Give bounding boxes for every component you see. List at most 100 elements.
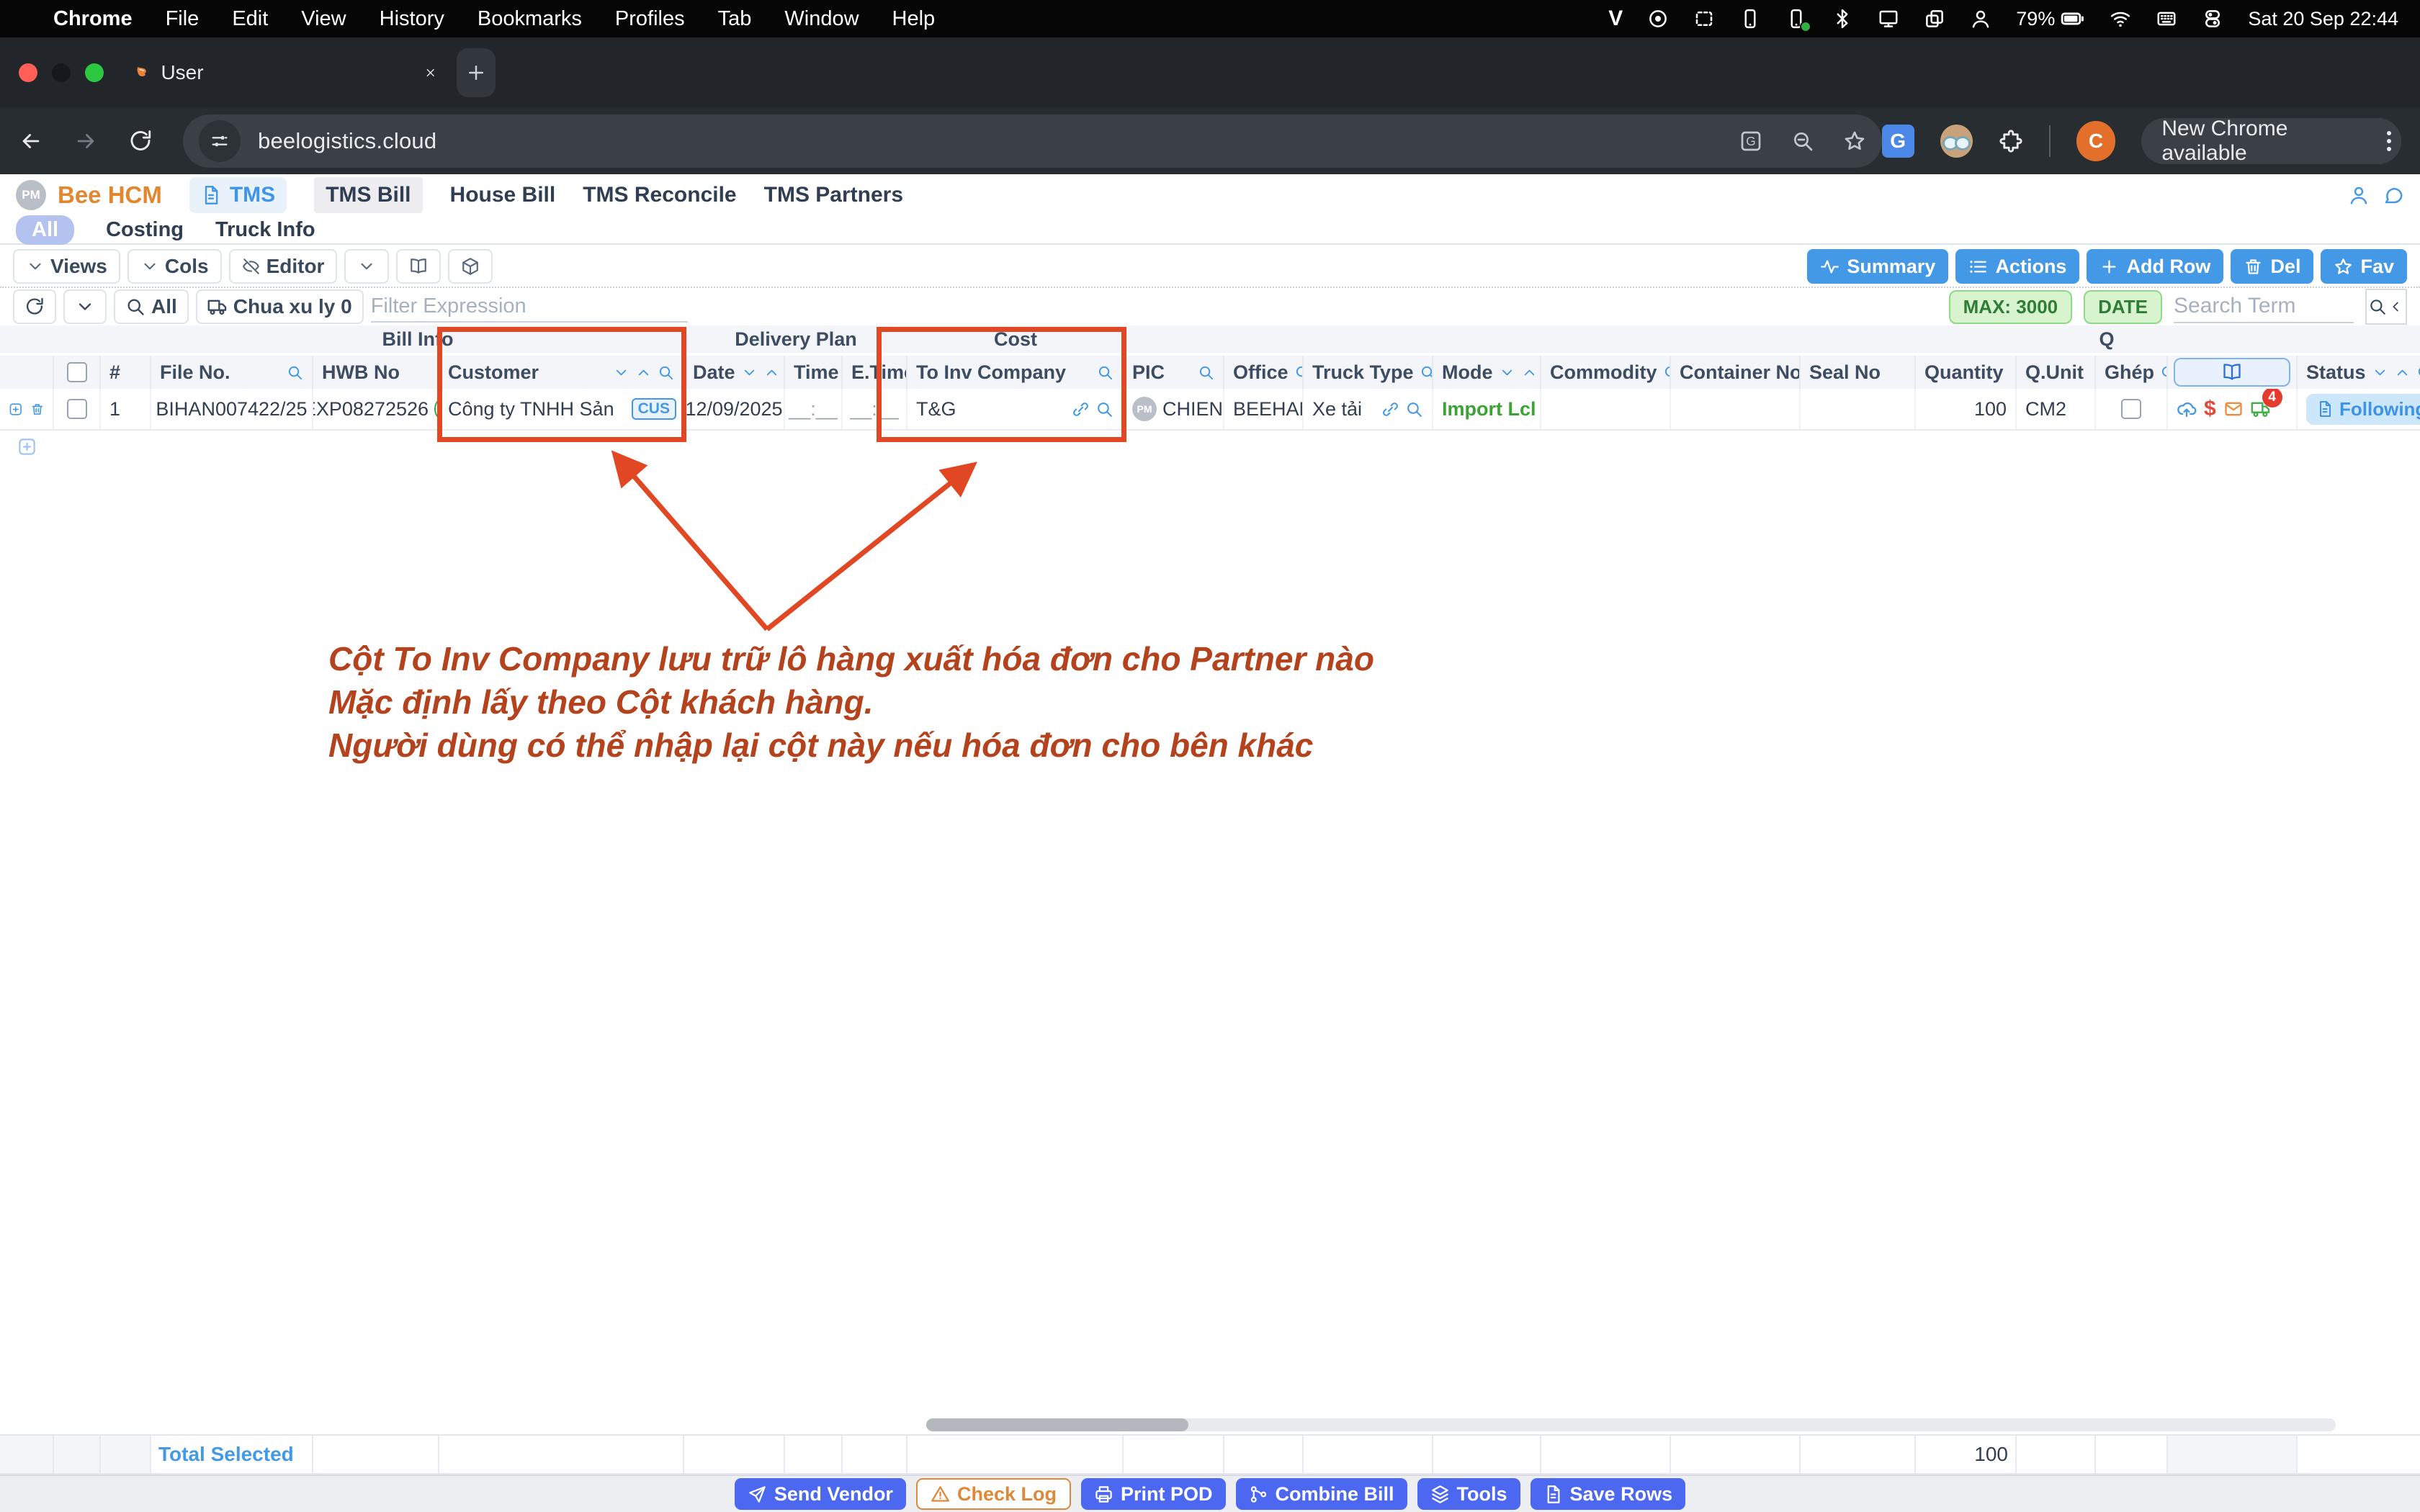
fast-user-switch-icon[interactable] (1970, 8, 1991, 30)
nav-item-tms[interactable]: TMS (189, 177, 287, 213)
print-pod-button[interactable]: Print POD (1081, 1478, 1226, 1510)
mail-icon[interactable] (2223, 399, 2244, 419)
scrollbar-thumb[interactable] (926, 1418, 1188, 1431)
tab-close-icon[interactable] (424, 63, 436, 82)
menu-chrome[interactable]: Chrome (53, 7, 133, 31)
col-seal-no[interactable]: Seal No (1801, 356, 1916, 389)
forward-button[interactable] (73, 129, 98, 153)
tab-truck-info[interactable]: Truck Info (215, 218, 315, 242)
dollar-icon[interactable]: $ (2204, 397, 2216, 421)
profile-avatar[interactable]: C (2076, 121, 2116, 161)
actions-button[interactable]: Actions (1955, 249, 2079, 284)
search-term-input[interactable] (2174, 290, 2354, 323)
record-status-icon[interactable] (1647, 8, 1669, 30)
search-submit-button[interactable] (2365, 289, 2407, 325)
add-subrow-icon[interactable] (9, 400, 23, 419)
col-time[interactable]: Time (785, 356, 843, 389)
workspace-name[interactable]: Bee HCM (58, 181, 162, 209)
cell-to-inv-company[interactable]: T&G (908, 389, 1124, 429)
send-vendor-button[interactable]: Send Vendor (735, 1478, 906, 1510)
views-button[interactable]: Views (13, 249, 120, 284)
col-to-inv-company[interactable]: To Inv Company (908, 356, 1124, 389)
add-row-button[interactable]: Add Row (2087, 249, 2223, 284)
book-view-button[interactable] (396, 249, 441, 284)
col-status[interactable]: Status (2298, 356, 2420, 389)
stage-manager-icon[interactable] (1924, 8, 1945, 30)
delete-button[interactable]: Del (2231, 249, 2313, 284)
search-icon[interactable] (1405, 400, 1423, 418)
window-minimize-button[interactable] (52, 63, 71, 82)
col-etime[interactable]: E.Time (843, 356, 908, 389)
cell-etime[interactable]: __:__ (843, 389, 908, 429)
col-commodity[interactable]: Commodity (1541, 356, 1671, 389)
filter-expression-input[interactable] (371, 291, 688, 323)
ghost-add-row-icon[interactable] (17, 435, 37, 457)
col-ghep[interactable]: Ghép (2096, 356, 2168, 389)
menu-profiles[interactable]: Profiles (615, 7, 685, 31)
display-icon[interactable] (1878, 8, 1899, 30)
menu-history[interactable]: History (380, 7, 444, 31)
nav-item-tms-bill[interactable]: TMS Bill (314, 177, 422, 213)
bookmark-star-icon[interactable] (1843, 130, 1866, 153)
col-date[interactable]: Date (684, 356, 785, 389)
phone-mirroring-icon[interactable] (1739, 8, 1761, 30)
search-icon[interactable] (1095, 400, 1113, 418)
truck-notify-icon[interactable]: 4 (2251, 399, 2271, 419)
cell-customer[interactable]: Công ty TNHH SảnCUS (439, 389, 684, 429)
cell-quantity[interactable]: 100 (1916, 389, 2017, 429)
filter-dropdown-button[interactable] (63, 289, 107, 324)
menu-bookmarks[interactable]: Bookmarks (478, 7, 582, 31)
link-icon[interactable] (1381, 400, 1399, 418)
window-zoom-button[interactable] (85, 63, 104, 82)
cell-container-no[interactable] (1671, 389, 1801, 429)
cols-button[interactable]: Cols (127, 249, 222, 284)
cell-hwb-no[interactable]: EXP08272526✓ (313, 389, 439, 429)
editor-button[interactable]: Editor (229, 249, 338, 284)
zoom-out-icon[interactable] (1791, 130, 1814, 153)
cloud-upload-icon[interactable] (2177, 399, 2197, 419)
site-settings-icon[interactable] (199, 120, 241, 162)
battery-indicator[interactable]: 79% (2016, 6, 2085, 31)
cell-time[interactable]: __:__ (785, 389, 843, 429)
menu-window[interactable]: Window (784, 7, 859, 31)
select-all-checkbox[interactable] (54, 356, 101, 389)
cell-seal-no[interactable] (1801, 389, 1916, 429)
tools-button[interactable]: Tools (1417, 1478, 1520, 1510)
table-row[interactable]: 1 BIHAN007422/25 EXP08272526✓ Công ty TN… (0, 389, 2420, 431)
bluetooth-icon[interactable] (1832, 8, 1853, 30)
nav-item-tms-reconcile[interactable]: TMS Reconcile (583, 183, 736, 207)
window-close-button[interactable] (19, 63, 37, 82)
translate-extension-icon[interactable]: G (1882, 125, 1914, 158)
refresh-button[interactable] (13, 289, 56, 324)
cell-date[interactable]: 12/09/2025 (684, 389, 785, 429)
menu-help[interactable]: Help (892, 7, 936, 31)
device-check-status-icon[interactable] (1785, 8, 1807, 30)
menu-file[interactable]: File (166, 7, 200, 31)
col-quantity[interactable]: Quantity (1916, 356, 2017, 389)
tab-costing[interactable]: Costing (106, 218, 184, 242)
col-file-no[interactable]: File No. (151, 356, 313, 389)
more-menu-icon[interactable] (2387, 131, 2391, 151)
menu-edit[interactable]: Edit (232, 7, 268, 31)
cell-qunit[interactable]: CM2 (2017, 389, 2096, 429)
control-center-icon[interactable] (2202, 8, 2223, 30)
cell-ghep-checkbox[interactable] (2096, 389, 2168, 429)
avatar-extension-icon[interactable] (1940, 125, 1973, 158)
wifi-icon[interactable] (2110, 8, 2131, 30)
horizontal-scrollbar[interactable] (926, 1418, 2336, 1431)
summary-button[interactable]: Summary (1807, 249, 1948, 284)
col-pic[interactable]: PIC (1124, 356, 1224, 389)
col-truck-type[interactable]: Truck Type (1304, 356, 1433, 389)
translate-icon[interactable] (1739, 130, 1762, 153)
pending-queue-button[interactable]: Chua xu ly 0 (196, 289, 364, 324)
menu-tab[interactable]: Tab (718, 7, 752, 31)
row-checkbox[interactable] (54, 389, 101, 429)
reload-button[interactable] (128, 129, 153, 153)
toolbar-dropdown-button[interactable] (344, 249, 389, 284)
screenshot-status-icon[interactable] (1693, 8, 1715, 30)
address-bar[interactable]: beelogistics.cloud (183, 114, 1882, 168)
cell-pic[interactable]: PMCHIEN (1124, 389, 1224, 429)
extensions-puzzle-icon[interactable] (1999, 129, 2023, 153)
col-hwb-no[interactable]: HWB No (313, 356, 439, 389)
browser-tab[interactable]: User (134, 61, 436, 84)
